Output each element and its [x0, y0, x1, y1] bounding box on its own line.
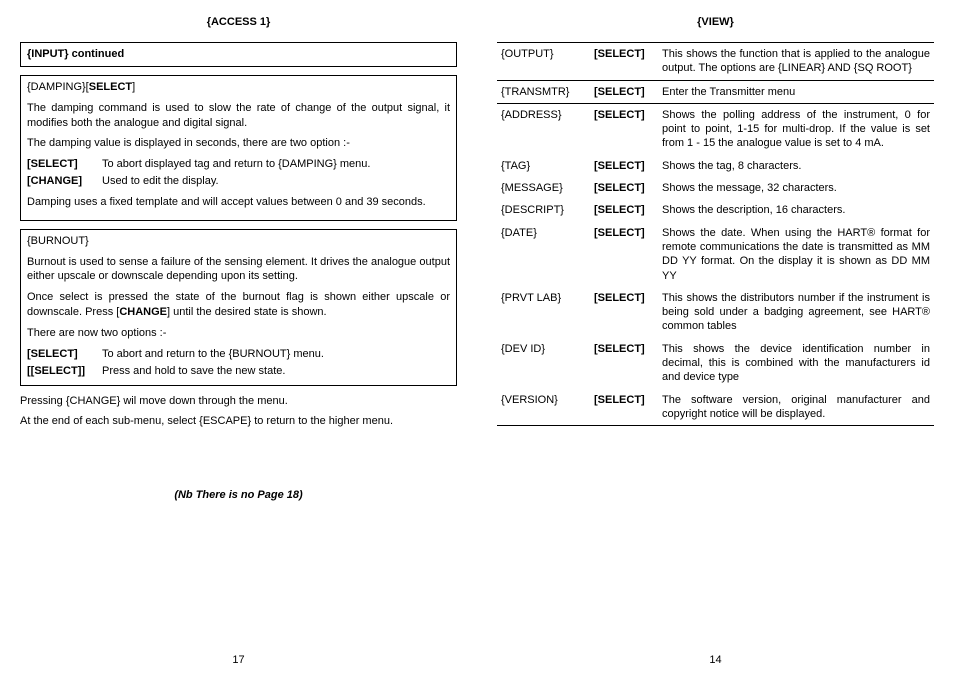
- table-row: {MESSAGE} [SELECT] Shows the message, 32…: [497, 177, 934, 199]
- opt-val: Press and hold to save the new state.: [102, 364, 450, 379]
- table-row: {ADDRESS} [SELECT] Shows the polling add…: [497, 103, 934, 154]
- table-row: {VERSION} [SELECT] The software version,…: [497, 389, 934, 426]
- cell-name: {ADDRESS}: [497, 103, 590, 154]
- view-table: {OUTPUT} [SELECT] This shows the functio…: [497, 42, 934, 426]
- nb-note: (Nb There is no Page 18): [20, 489, 457, 501]
- input-heading: {INPUT} continued: [27, 46, 124, 62]
- cell-action: [SELECT]: [590, 389, 658, 426]
- burnout-opt1: [SELECT] To abort and return to the {BUR…: [27, 347, 450, 362]
- opt-key: [SELECT]: [27, 157, 102, 172]
- burnout-p1: Burnout is used to sense a failure of th…: [27, 255, 450, 285]
- cell-action: [SELECT]: [590, 177, 658, 199]
- cell-action: [SELECT]: [590, 155, 658, 177]
- burnout-p3: There are now two options :-: [27, 326, 450, 341]
- cell-action: [SELECT]: [590, 287, 658, 338]
- damping-p1: The damping command is used to slow the …: [27, 101, 450, 131]
- cell-desc: Shows the tag, 8 characters.: [658, 155, 934, 177]
- footer-text-1: Pressing {CHANGE} wil move down through …: [20, 394, 457, 409]
- burnout-box: {BURNOUT} Burnout is used to sense a fai…: [20, 229, 457, 386]
- damping-box: {DAMPING}[SELECT] The damping command is…: [20, 75, 457, 221]
- damping-opt2: [CHANGE] Used to edit the display.: [27, 174, 450, 189]
- table-row: {TAG} [SELECT] Shows the tag, 8 characte…: [497, 155, 934, 177]
- cell-name: {DESCRIPT}: [497, 199, 590, 221]
- cell-desc: This shows the function that is applied …: [658, 43, 934, 81]
- burnout-p2: Once select is pressed the state of the …: [27, 290, 450, 320]
- cell-action: [SELECT]: [590, 338, 658, 389]
- opt-key: [[SELECT]]: [27, 364, 102, 379]
- cell-desc: Shows the description, 16 characters.: [658, 199, 934, 221]
- cell-action: [SELECT]: [590, 199, 658, 221]
- cell-name: {PRVT LAB}: [497, 287, 590, 338]
- table-row: {TRANSMTR} [SELECT] Enter the Transmitte…: [497, 80, 934, 103]
- burnout-opt2: [[SELECT]] Press and hold to save the ne…: [27, 364, 450, 379]
- page-number-right: 14: [477, 654, 954, 666]
- opt-val: Used to edit the display.: [102, 174, 450, 189]
- burnout-title: {BURNOUT}: [27, 234, 450, 249]
- cell-desc: Shows the date. When using the HART® for…: [658, 222, 934, 287]
- page-number-left: 17: [0, 654, 477, 666]
- table-row: {DATE} [SELECT] Shows the date. When usi…: [497, 222, 934, 287]
- opt-val: To abort displayed tag and return to {DA…: [102, 157, 450, 172]
- cell-desc: Shows the message, 32 characters.: [658, 177, 934, 199]
- opt-val: To abort and return to the {BURNOUT} men…: [102, 347, 450, 362]
- table-row: {DEV ID} [SELECT] This shows the device …: [497, 338, 934, 389]
- table-row: {PRVT LAB} [SELECT] This shows the distr…: [497, 287, 934, 338]
- damping-opt1: [SELECT] To abort displayed tag and retu…: [27, 157, 450, 172]
- cell-desc: This shows the distributors number if th…: [658, 287, 934, 338]
- table-row: {OUTPUT} [SELECT] This shows the functio…: [497, 43, 934, 81]
- damping-p3: Damping uses a fixed template and will a…: [27, 195, 450, 210]
- input-heading-box: {INPUT} continued: [20, 42, 457, 67]
- opt-key: [CHANGE]: [27, 174, 102, 189]
- cell-name: {MESSAGE}: [497, 177, 590, 199]
- cell-name: {DATE}: [497, 222, 590, 287]
- opt-key: [SELECT]: [27, 347, 102, 362]
- cell-name: {DEV ID}: [497, 338, 590, 389]
- view-header: {VIEW}: [497, 16, 934, 28]
- damping-p2: The damping value is displayed in second…: [27, 136, 450, 151]
- cell-action: [SELECT]: [590, 222, 658, 287]
- footer-text-2: At the end of each sub-menu, select {ESC…: [20, 414, 457, 429]
- cell-name: {TRANSMTR}: [497, 80, 590, 103]
- access-header: {ACCESS 1}: [20, 16, 457, 28]
- left-page: {ACCESS 1} {INPUT} continued {DAMPING}[S…: [0, 0, 477, 676]
- cell-name: {OUTPUT}: [497, 43, 590, 81]
- cell-action: [SELECT]: [590, 43, 658, 81]
- cell-desc: Shows the polling address of the instrum…: [658, 103, 934, 154]
- cell-desc: Enter the Transmitter menu: [658, 80, 934, 103]
- cell-desc: The software version, original manufactu…: [658, 389, 934, 426]
- right-page: {VIEW} {OUTPUT} [SELECT] This shows the …: [477, 0, 954, 676]
- cell-action: [SELECT]: [590, 80, 658, 103]
- cell-name: {VERSION}: [497, 389, 590, 426]
- table-row: {DESCRIPT} [SELECT] Shows the descriptio…: [497, 199, 934, 221]
- cell-desc: This shows the device identification num…: [658, 338, 934, 389]
- damping-title: {DAMPING}[SELECT]: [27, 80, 450, 95]
- cell-action: [SELECT]: [590, 103, 658, 154]
- cell-name: {TAG}: [497, 155, 590, 177]
